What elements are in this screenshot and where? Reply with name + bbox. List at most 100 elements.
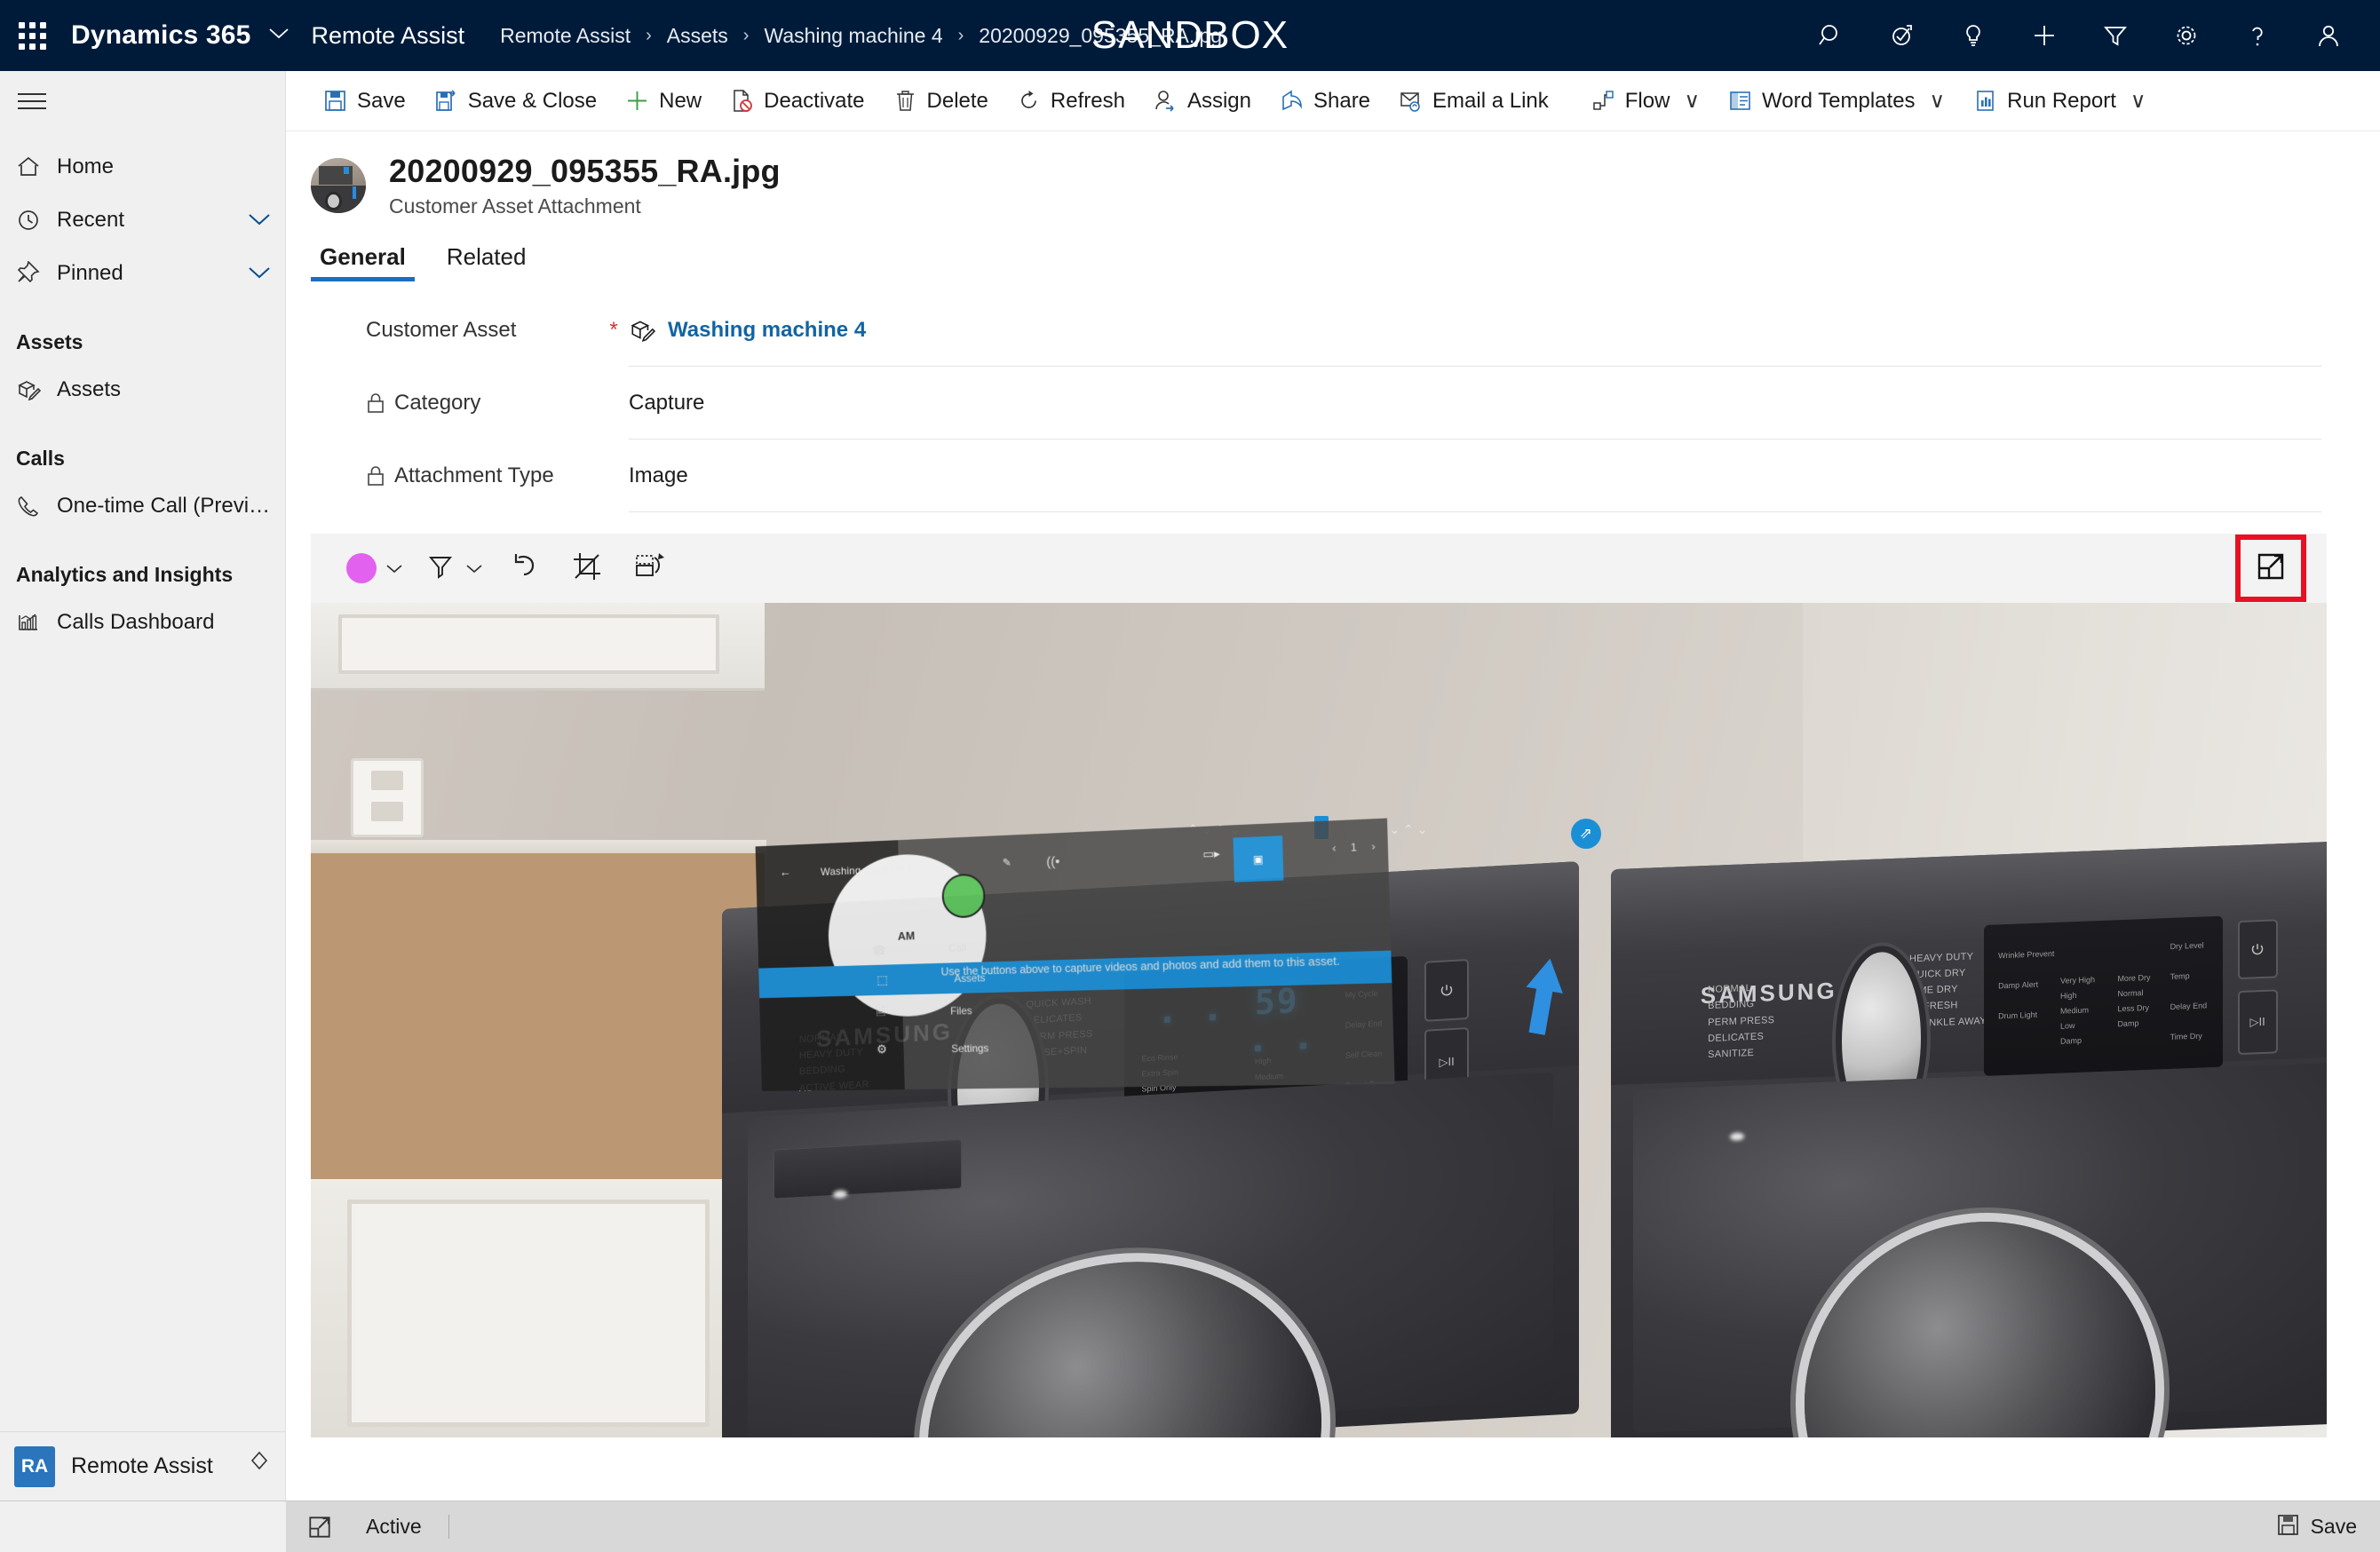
photo-lower-cabinet [311, 1178, 765, 1437]
brand-chevron-down-icon[interactable] [268, 28, 289, 44]
field-value-customer-asset[interactable]: Washing machine 4 [629, 317, 866, 344]
filter-icon[interactable] [2080, 0, 2151, 71]
gear-icon[interactable] [2151, 0, 2222, 71]
crop-button[interactable] [559, 541, 615, 596]
crop-icon [571, 550, 603, 587]
footer-save-button[interactable]: Save [2276, 1513, 2380, 1541]
sidebar-item-label: One-time Call (Previe… [57, 494, 271, 518]
field-label-text: Attachment Type [394, 463, 554, 487]
field-customer-asset: Customer Asset * Washing machine 4 [366, 294, 2321, 367]
footer-save-label: Save [2310, 1515, 2357, 1538]
breadcrumb-item-1[interactable]: Assets [663, 24, 732, 48]
diagnostics-icon[interactable] [1867, 0, 1938, 71]
undo-icon [508, 550, 542, 588]
status-bar-sidebar-pad [0, 1501, 286, 1552]
sidebar-item-label: Calls Dashboard [57, 610, 215, 634]
area-switcher-initials: RA [14, 1445, 55, 1487]
holo-photo-capture-button: ▣ [1233, 835, 1284, 883]
app-launcher-icon[interactable] [0, 0, 64, 71]
lightbulb-icon[interactable] [1938, 0, 2009, 71]
record-thumbnail [311, 158, 366, 213]
sidebar-group-title-analytics: Analytics and Insights [16, 563, 234, 586]
image-editor-right-actions [2235, 534, 2320, 602]
save-icon [323, 89, 347, 113]
flow-icon [1591, 89, 1615, 113]
command-label: Save [357, 88, 406, 113]
chevron-down-icon[interactable] [385, 563, 403, 574]
save-button[interactable]: Save [309, 71, 420, 131]
breadcrumb-separator: › [957, 25, 964, 45]
command-label: Delete [926, 88, 988, 113]
sidebar-item-assets[interactable]: Assets [0, 363, 285, 416]
field-label: Attachment Type [366, 463, 629, 488]
breadcrumb-item-0[interactable]: Remote Assist [496, 24, 634, 48]
share-button[interactable]: Share [1265, 71, 1384, 131]
refresh-icon [1017, 89, 1041, 113]
chevron-updown-icon[interactable] [248, 1449, 271, 1484]
holo-edit-pencil-icon: ✎ [1002, 856, 1012, 869]
search-icon[interactable] [1796, 0, 1867, 71]
command-label: Deactivate [764, 88, 865, 113]
run-report-button[interactable]: Run Report ∨ [1959, 71, 2160, 131]
tab-related[interactable]: Related [438, 238, 536, 281]
email-a-link-button[interactable]: Email a Link [1384, 71, 1577, 131]
photo-power-button-right [2237, 919, 2278, 979]
area-switcher[interactable]: RA Remote Assist [0, 1431, 285, 1501]
sidebar-item-home[interactable]: Home [0, 140, 285, 194]
color-swatch [346, 553, 377, 583]
expand-icon[interactable] [307, 1515, 332, 1540]
rotate-button[interactable] [622, 541, 677, 596]
breadcrumb-item-3[interactable]: 20200929_095355_RA.jpg [975, 24, 1226, 48]
chevron-down-icon[interactable] [248, 208, 271, 233]
email-link-icon [1399, 89, 1423, 113]
app-name[interactable]: Remote Assist [312, 22, 497, 50]
undo-button[interactable] [497, 541, 552, 596]
refresh-button[interactable]: Refresh [1003, 71, 1139, 131]
record-subtitle: Customer Asset Attachment [389, 194, 641, 218]
holo-dots-right: ⌄ ⌃ ⌄ [1389, 822, 1428, 837]
assign-button[interactable]: Assign [1139, 71, 1265, 131]
word-templates-button[interactable]: Word Templates ∨ [1714, 71, 1959, 131]
user-account-icon[interactable] [2293, 0, 2364, 71]
breadcrumb-item-2[interactable]: Washing machine 4 [760, 24, 946, 48]
tab-general[interactable]: General [311, 238, 415, 281]
sidebar-item-pinned[interactable]: Pinned [0, 247, 285, 300]
deactivate-icon [730, 89, 754, 113]
files-icon: 🗎 [876, 1002, 886, 1018]
command-label: Email a Link [1432, 88, 1549, 113]
help-icon[interactable] [2222, 0, 2293, 71]
sidebar-item-one-time-call[interactable]: One-time Call (Previe… [0, 479, 285, 533]
field-category: Category Capture [368, 367, 2321, 439]
pen-tool-button[interactable] [417, 541, 490, 596]
app-window: Dynamics 365 Remote Assist Remote Assist… [0, 0, 2380, 1552]
flow-button[interactable]: Flow ∨ [1577, 71, 1714, 131]
command-label: Share [1313, 88, 1371, 113]
field-attachment-type: Attachment Type Image [368, 439, 2321, 512]
attachment-image[interactable]: SAMSUNG VRT Plus NORMAL HEAVY DUTY BEDDI… [311, 603, 2327, 1437]
sidebar-item-calls-dashboard[interactable]: Calls Dashboard [0, 596, 285, 649]
save-and-close-button[interactable]: Save & Close [420, 71, 611, 131]
add-icon[interactable] [2009, 0, 2080, 71]
trash-icon [893, 89, 917, 113]
chevron-down-icon[interactable]: ∨ [1684, 88, 1700, 114]
chevron-down-icon[interactable]: ∨ [1930, 88, 1946, 114]
chevron-down-icon[interactable] [465, 563, 483, 574]
expand-image-button[interactable] [2235, 534, 2306, 602]
new-button[interactable]: New [611, 71, 716, 131]
photo-cycle-labels-right-2: HEAVY DUTY QUICK DRY TIME DRY REFRESH WR… [1909, 951, 1987, 1029]
field-value-category: Capture [629, 391, 704, 416]
chevron-down-icon[interactable] [248, 261, 271, 286]
deactivate-button[interactable]: Deactivate [716, 71, 878, 131]
photo-washing-machine-right: SAMSUNG MultiSteam™ MoistureSensor NORMA… [1611, 840, 2327, 1437]
chevron-down-icon[interactable]: ∨ [2130, 88, 2146, 114]
color-swatch-button[interactable] [339, 541, 410, 596]
field-label: Customer Asset [366, 318, 629, 343]
form-area: Customer Asset * Washing machine 4 Categ… [286, 281, 2380, 1501]
brand-title[interactable]: Dynamics 365 [64, 20, 257, 51]
sidebar-item-recent[interactable]: Recent [0, 194, 285, 247]
status-badge: Active [366, 1515, 449, 1539]
field-label-text: Customer Asset [366, 317, 517, 342]
holo-pin-icon: ⇗ [1570, 818, 1601, 849]
site-map-toggle-icon[interactable] [0, 71, 285, 131]
delete-button[interactable]: Delete [879, 71, 1003, 131]
